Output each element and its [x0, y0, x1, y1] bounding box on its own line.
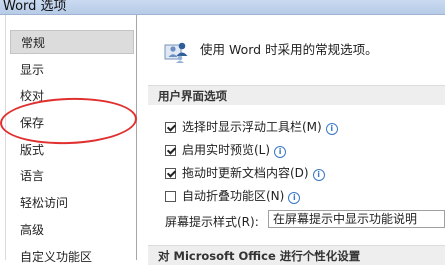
- options-panel: 使用 Word 时采用的常规选项。 用户界面选项 选择时显示浮动工具栏(M) i …: [138, 15, 445, 265]
- option-live-preview[interactable]: 启用实时预览(L) i: [165, 142, 287, 158]
- sidebar-item-advanced[interactable]: 高级: [10, 218, 134, 242]
- option-auto-collapse-ribbon-label: 自动折叠功能区(N): [182, 189, 285, 203]
- option-mini-toolbar-label: 选择时显示浮动工具栏(M): [182, 120, 322, 134]
- checkbox-auto-collapse-ribbon[interactable]: [165, 191, 176, 202]
- checkbox-live-preview[interactable]: [165, 145, 176, 156]
- options-people-icon: [164, 42, 188, 63]
- sidebar-item-customize-ribbon[interactable]: 自定义功能区: [10, 245, 134, 269]
- title-bar: Word 选项: [0, 0, 445, 15]
- intro-text: 使用 Word 时采用的常规选项。: [200, 42, 378, 57]
- option-live-preview-label: 启用实时预览(L): [182, 143, 271, 157]
- option-update-while-drag[interactable]: 拖动时更新文档内容(D) i: [165, 165, 325, 181]
- sidebar-item-language[interactable]: 语言: [10, 164, 134, 188]
- info-icon[interactable]: i: [325, 123, 338, 135]
- option-auto-collapse-ribbon[interactable]: 自动折叠功能区(N) i: [165, 188, 301, 204]
- section-header-personalize: 对 Microsoft Office 进行个性化设置: [148, 245, 445, 265]
- checkbox-mini-toolbar[interactable]: [165, 122, 176, 133]
- option-mini-toolbar[interactable]: 选择时显示浮动工具栏(M) i: [165, 119, 338, 135]
- checkbox-update-while-drag[interactable]: [165, 168, 176, 179]
- info-icon[interactable]: i: [312, 169, 325, 181]
- sidebar-item-general[interactable]: 常规: [10, 30, 134, 54]
- section-header-ui-options: 用户界面选项: [148, 85, 445, 105]
- option-update-while-drag-label: 拖动时更新文档内容(D): [182, 166, 309, 180]
- screentip-style-select[interactable]: 在屏幕提示中显示功能说明: [268, 210, 445, 228]
- sidebar-item-display[interactable]: 显示: [10, 58, 134, 82]
- screentip-style-label: 屏幕提示样式(R):: [165, 215, 259, 229]
- sidebar-item-accessibility[interactable]: 轻松访问: [10, 191, 134, 215]
- window-title: Word 选项: [3, 0, 67, 14]
- info-icon[interactable]: i: [274, 146, 287, 158]
- info-icon[interactable]: i: [288, 192, 301, 204]
